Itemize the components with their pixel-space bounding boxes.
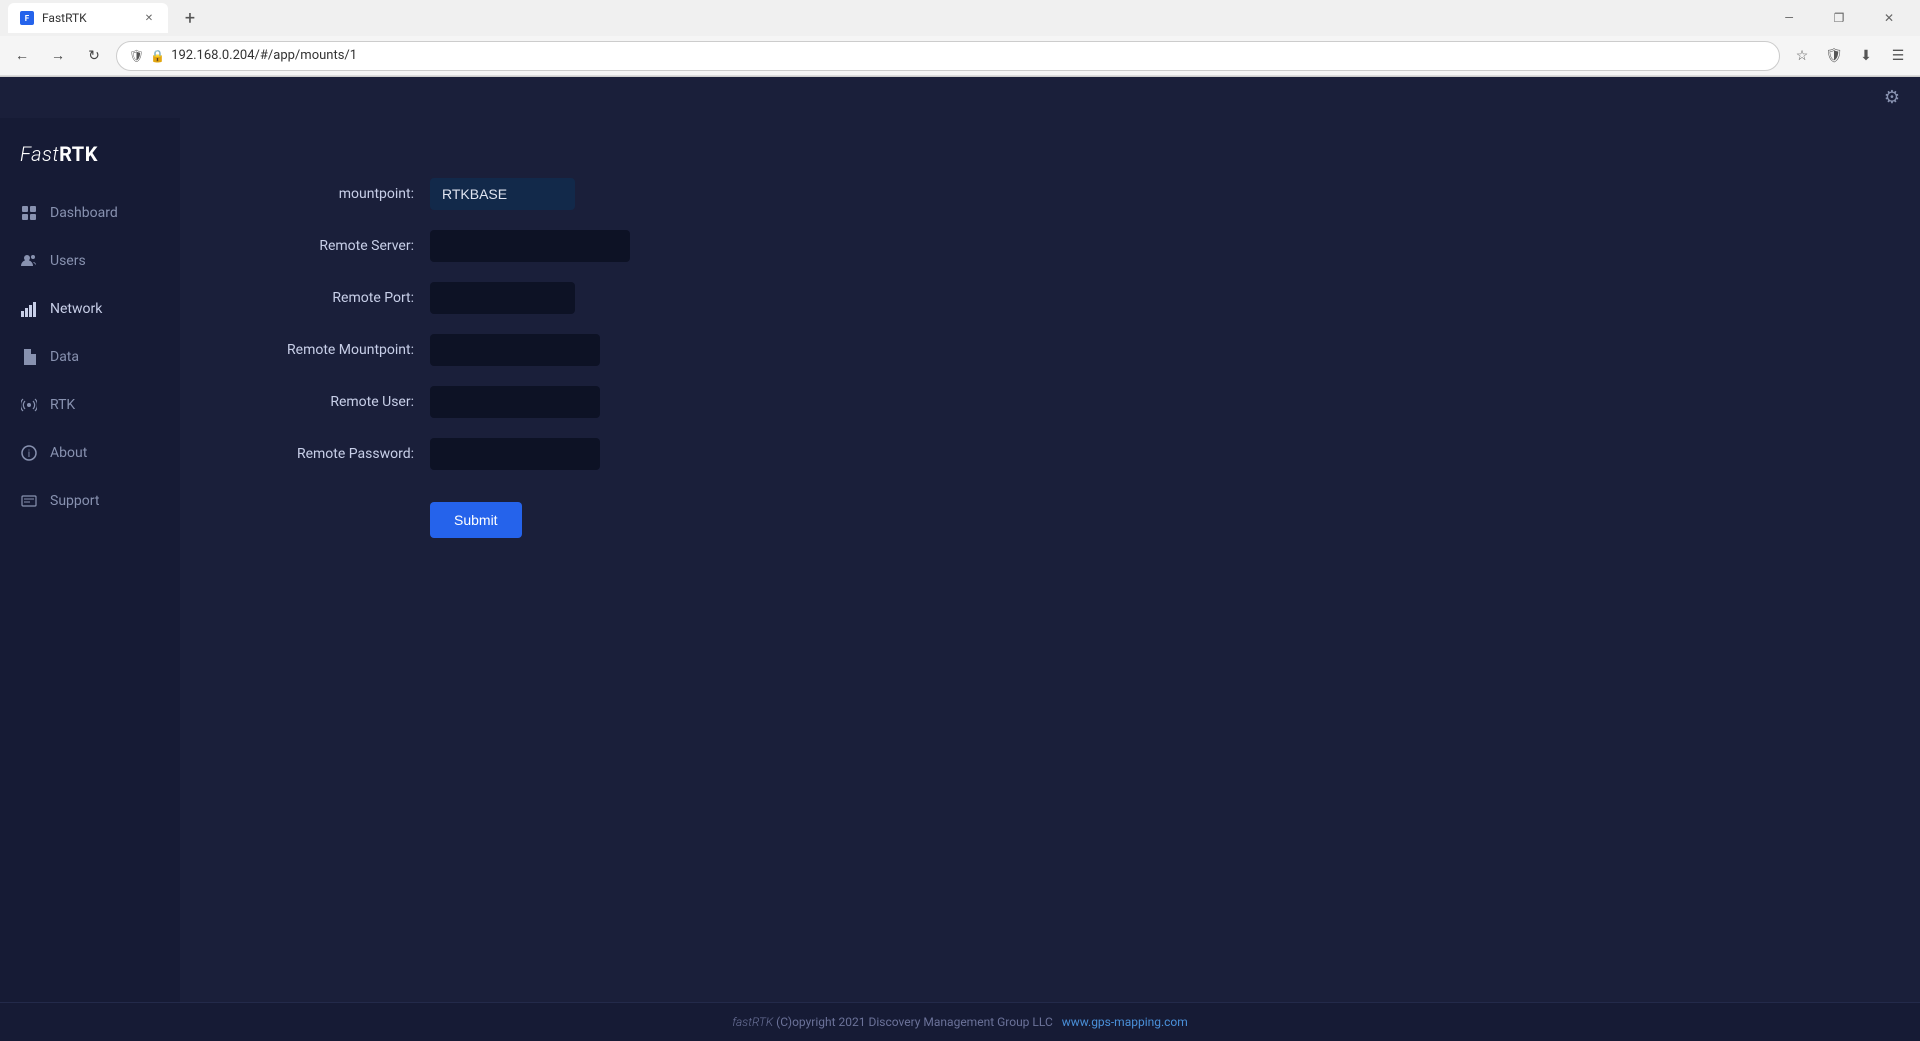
remote-server-row: Remote Server: (240, 230, 840, 262)
mountpoint-label: mountpoint: (240, 186, 430, 202)
sidebar-item-users[interactable]: Users (0, 238, 180, 284)
sidebar-item-data[interactable]: Data (0, 334, 180, 380)
remote-password-label: Remote Password: (240, 446, 430, 462)
svg-text:i: i (28, 449, 30, 460)
sidebar-label-network: Network (50, 301, 102, 317)
sidebar-label-dashboard: Dashboard (50, 205, 118, 221)
mountpoint-row: mountpoint: (240, 178, 840, 210)
remote-user-row: Remote User: (240, 386, 840, 418)
back-button[interactable]: ← (8, 42, 36, 70)
download-icon[interactable]: ⬇ (1852, 42, 1880, 70)
browser-toolbar: ← → ↻ 🛡 🔒 192.168.0.204/#/app/mounts/1 ☆… (0, 36, 1920, 76)
sidebar-label-support: Support (50, 493, 99, 509)
submit-row: Submit (240, 490, 840, 538)
data-icon (20, 348, 38, 366)
url-text: 192.168.0.204/#/app/mounts/1 (171, 48, 357, 63)
remote-user-input[interactable] (430, 386, 600, 418)
forward-button[interactable]: → (44, 42, 72, 70)
mountpoint-input[interactable] (430, 178, 575, 210)
shield-btn-icon[interactable]: 🛡 (1820, 42, 1848, 70)
shield-icon: 🛡 (129, 49, 144, 63)
sidebar-nav: Dashboard Users Network (0, 190, 180, 1002)
footer-logo: fastRTK (732, 1015, 773, 1029)
submit-button[interactable]: Submit (430, 502, 522, 538)
address-bar[interactable]: 🛡 🔒 192.168.0.204/#/app/mounts/1 (116, 41, 1780, 71)
sidebar: FastRTK Dashboard Users (0, 118, 180, 1002)
sidebar-label-users: Users (50, 253, 86, 269)
sidebar-label-about: About (50, 445, 87, 461)
sidebar-label-rtk: RTK (50, 397, 75, 413)
remote-mountpoint-row: Remote Mountpoint: (240, 334, 840, 366)
close-button[interactable]: ✕ (1866, 0, 1912, 36)
remote-port-label: Remote Port: (240, 290, 430, 306)
refresh-button[interactable]: ↻ (80, 42, 108, 70)
sidebar-item-rtk[interactable]: RTK (0, 382, 180, 428)
toolbar-right: ☆ 🛡 ⬇ ☰ (1788, 42, 1912, 70)
main-content: mountpoint: Remote Server: Remote Port: … (180, 118, 1920, 1002)
tab-title: FastRTK (42, 11, 87, 25)
support-icon (20, 492, 38, 510)
window-controls: — ❐ ✕ (1766, 0, 1912, 36)
remote-port-row: Remote Port: (240, 282, 840, 314)
about-icon: i (20, 444, 38, 462)
lock-icon: 🔒 (150, 49, 165, 63)
remote-password-row: Remote Password: (240, 438, 840, 470)
rtk-icon (20, 396, 38, 414)
app-layout: ⚙ FastRTK Dashboard Users (0, 77, 1920, 1041)
tab-close-icon[interactable]: ✕ (142, 11, 156, 25)
maximize-button[interactable]: ❐ (1816, 0, 1862, 36)
sidebar-label-data: Data (50, 349, 79, 365)
tab-favicon: F (20, 11, 34, 25)
remote-password-input[interactable] (430, 438, 600, 470)
sidebar-item-dashboard[interactable]: Dashboard (0, 190, 180, 236)
minimize-button[interactable]: — (1766, 0, 1812, 36)
bookmark-icon[interactable]: ☆ (1788, 42, 1816, 70)
remote-port-input[interactable] (430, 282, 575, 314)
remote-server-input[interactable] (430, 230, 630, 262)
browser-titlebar: F FastRTK ✕ + — ❐ ✕ (0, 0, 1920, 36)
browser-chrome: F FastRTK ✕ + — ❐ ✕ ← → ↻ 🛡 🔒 192.168.0.… (0, 0, 1920, 77)
app-container: FastRTK Dashboard Users (0, 118, 1920, 1002)
logo-part1: Fast (20, 142, 59, 166)
dashboard-icon (20, 204, 38, 222)
settings-gear-icon[interactable]: ⚙ (1884, 87, 1900, 108)
network-icon (20, 300, 38, 318)
browser-tab[interactable]: F FastRTK ✕ (8, 3, 168, 33)
sidebar-item-about[interactable]: i About (0, 430, 180, 476)
footer-link[interactable]: www.gps-mapping.com (1062, 1015, 1188, 1029)
sidebar-item-support[interactable]: Support (0, 478, 180, 524)
new-tab-button[interactable]: + (176, 4, 204, 32)
app-logo: FastRTK (0, 134, 180, 190)
remote-user-label: Remote User: (240, 394, 430, 410)
remote-mountpoint-label: Remote Mountpoint: (240, 342, 430, 358)
users-icon (20, 252, 38, 270)
remote-server-label: Remote Server: (240, 238, 430, 254)
logo-part2: RTK (59, 142, 98, 166)
top-bar: ⚙ (0, 77, 1920, 118)
form-container: mountpoint: Remote Server: Remote Port: … (240, 178, 840, 538)
menu-icon[interactable]: ☰ (1884, 42, 1912, 70)
sidebar-item-network[interactable]: Network (0, 286, 180, 332)
remote-mountpoint-input[interactable] (430, 334, 600, 366)
app-footer: fastRTK (C)opyright 2021 Discovery Manag… (0, 1002, 1920, 1041)
footer-copyright: (C)opyright 2021 Discovery Management Gr… (773, 1015, 1053, 1029)
